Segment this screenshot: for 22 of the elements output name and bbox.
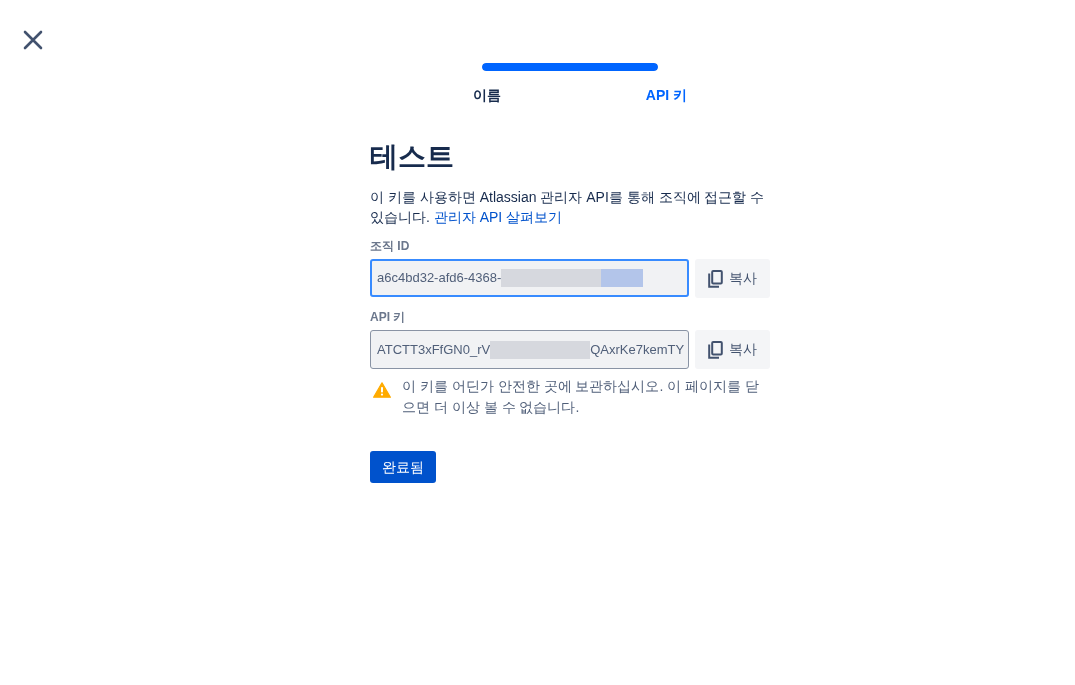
field-value: a6c4bd32-afd6-4368- (377, 269, 502, 287)
api-docs-link[interactable]: 관리자 API 살펴보기 (433, 209, 563, 225)
warning-icon (373, 382, 391, 398)
close-icon (22, 29, 43, 50)
input-field[interactable]: ATCTT3xFfGN0_rV QAxrKe7kemTY (370, 330, 689, 369)
input-field[interactable]: a6c4bd32-afd6-4368- (370, 259, 689, 297)
copy-icon (708, 269, 723, 288)
done-button[interactable]: 완료됨 (370, 451, 436, 483)
step-label: 이름 (473, 86, 501, 104)
field-label: 조직 ID (370, 238, 410, 254)
selection-highlight (601, 269, 644, 287)
copy-button[interactable]: 복사 (695, 259, 770, 298)
field-value: ATCTT3xFfGN0_rV (377, 340, 491, 359)
field-label: API 키 (370, 309, 406, 325)
description-text: 이 키를 사용하면 Atlassian 관리자 API를 통해 조직에 접근할 수 있습니다. 관리자 API 살펴보기 (370, 188, 766, 227)
step-label: API 키 (645, 86, 687, 104)
warning-text: 이 키를 어딘가 안전한 곳에 보관하십시오. 이 페이지를 닫으면 더 이상 볼 수 없습니다. (402, 377, 760, 417)
page-title: 테스트 (370, 140, 455, 174)
copy-button[interactable]: 복사 (695, 330, 770, 369)
field-value: QAxrKe7kemTY (590, 340, 685, 359)
close-button[interactable] (21, 28, 44, 51)
copy-icon (708, 340, 723, 359)
